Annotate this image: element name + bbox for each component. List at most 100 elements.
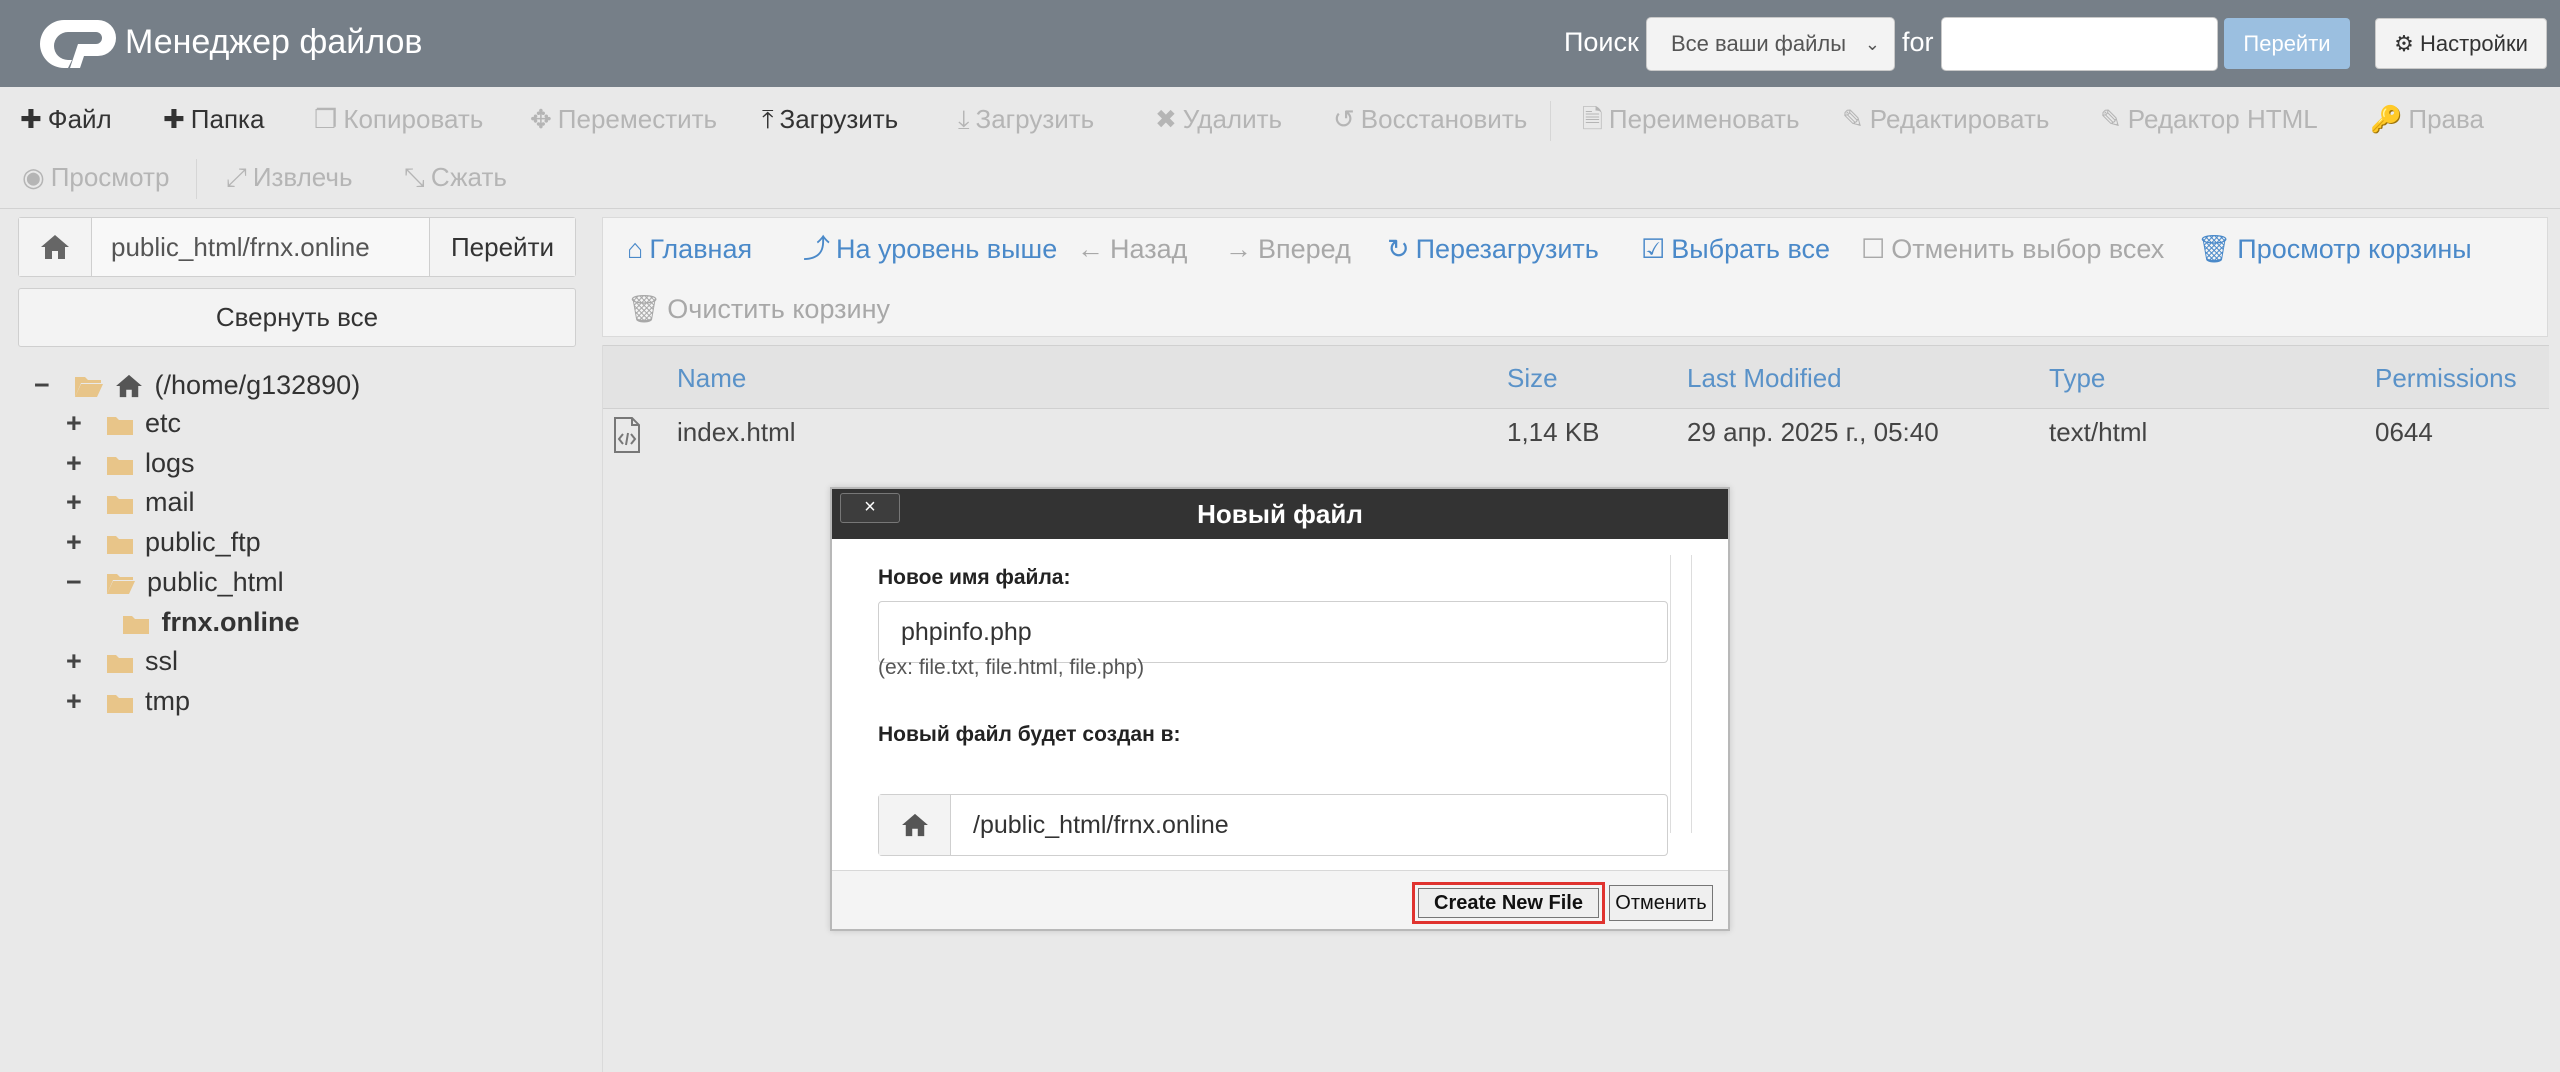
path-home-button[interactable] — [19, 218, 92, 276]
collapse-toggle-icon[interactable]: − — [66, 565, 86, 599]
home-icon — [116, 374, 142, 398]
view-trash-button[interactable]: 🗑 Просмотр корзины — [2197, 232, 2472, 266]
upload-label: Загрузить — [779, 104, 899, 134]
download-button[interactable]: ⤓ Загрузить — [958, 103, 1094, 135]
nav-home-label: Главная — [649, 234, 753, 264]
path-input[interactable]: public_html/frnx.online — [111, 231, 370, 263]
empty-trash-label: Очистить корзину — [667, 294, 891, 324]
empty-trash-button[interactable]: 🗑 Очистить корзину — [627, 292, 890, 326]
tree-item-public-html[interactable]: − public_html — [66, 565, 284, 599]
tree-item-mail[interactable]: + mail — [66, 485, 195, 519]
top-bar: Менеджер файлов Поиск Все ваши файлы ⌄ f… — [0, 0, 2560, 87]
select-all-button[interactable]: ☑ Выбрать все — [1641, 232, 1830, 266]
table-header: Name Size Last Modified Type Permissions — [603, 345, 2549, 409]
nav-reload-button[interactable]: ↻ Перезагрузить — [1387, 232, 1599, 266]
expand-toggle-icon[interactable]: + — [66, 446, 86, 480]
tree-item-label: public_html — [147, 567, 284, 597]
plus-icon: ✚ — [20, 104, 42, 134]
for-label: for — [1902, 27, 1934, 57]
home-icon: ⌂ — [627, 234, 644, 264]
restore-button[interactable]: ↺ Восстановить — [1333, 103, 1527, 135]
new-filename-input[interactable]: phpinfo.php — [878, 601, 1668, 663]
path-go-button[interactable]: Перейти — [429, 218, 575, 276]
settings-label: Настройки — [2419, 31, 2528, 56]
unselect-all-button[interactable]: ☐ Отменить выбор всех — [1861, 232, 2164, 266]
tree-item-public-ftp[interactable]: + public_ftp — [66, 525, 261, 559]
new-folder-label: Папка — [190, 104, 265, 134]
view-button[interactable]: ◉ Просмотр — [22, 161, 169, 193]
rename-label: Переименовать — [1608, 104, 1800, 134]
file-size: 1,14 KB — [1507, 417, 1600, 447]
compress-button[interactable]: ⤡ Сжать — [404, 161, 507, 193]
tree-item-ssl[interactable]: + ssl — [66, 644, 178, 678]
column-type-header[interactable]: Type — [2049, 346, 2105, 410]
tree-item-logs[interactable]: + logs — [66, 446, 195, 480]
level-up-icon: ⤴ — [803, 234, 830, 264]
column-size-header[interactable]: Size — [1507, 346, 1558, 410]
folder-icon — [106, 417, 133, 435]
html-editor-button[interactable]: ✎ Редактор HTML — [2100, 103, 2318, 135]
expand-toggle-icon[interactable]: + — [66, 485, 86, 519]
tree-item-label: public_ftp — [145, 527, 261, 557]
new-folder-button[interactable]: ✚ Папка — [163, 103, 264, 135]
tree-item-etc[interactable]: + etc — [66, 406, 181, 440]
search-scope-select[interactable]: Все ваши файлы ⌄ — [1646, 17, 1895, 71]
location-field[interactable]: /public_html/frnx.online — [878, 794, 1668, 856]
delete-button[interactable]: ✖ Удалить — [1155, 103, 1282, 135]
expand-icon: ⤢ — [226, 162, 247, 192]
extract-button[interactable]: ⤢ Извлечь — [226, 161, 353, 193]
trash-icon: 🗑 — [627, 294, 662, 324]
create-new-file-button[interactable]: Create New File — [1418, 888, 1599, 918]
search-input[interactable] — [1941, 17, 2218, 71]
nav-forward-button[interactable]: → Вперед — [1225, 232, 1351, 266]
collapse-all-button[interactable]: Свернуть все — [18, 288, 576, 347]
unselect-all-label: Отменить выбор всех — [1891, 234, 2165, 264]
toolbar-divider — [196, 159, 197, 199]
html-editor-label: Редактор HTML — [2127, 104, 2318, 134]
dialog-close-button[interactable]: × — [840, 493, 900, 523]
move-icon: ✥ — [530, 104, 552, 134]
copy-button[interactable]: ❐ Копировать — [314, 103, 483, 135]
column-modified-header[interactable]: Last Modified — [1687, 346, 1842, 410]
nav-up-button[interactable]: ⤴ На уровень выше — [803, 232, 1057, 266]
create-button-highlight: Create New File — [1412, 882, 1605, 924]
extract-label: Извлечь — [252, 162, 353, 192]
file-name[interactable]: index.html — [677, 415, 796, 449]
search-go-button[interactable]: Перейти — [2224, 18, 2350, 69]
settings-button[interactable]: ⚙ Настройки — [2375, 18, 2547, 69]
location-home-button[interactable] — [879, 795, 951, 855]
dialog-body: Новое имя файла: phpinfo.php (ex: file.t… — [832, 539, 1728, 857]
compress-icon: ⤡ — [404, 162, 425, 192]
tree-item-tmp[interactable]: + tmp — [66, 684, 190, 718]
column-permissions-header[interactable]: Permissions — [2375, 346, 2517, 410]
filename-hint: (ex: file.txt, file.html, file.php) — [878, 656, 1145, 679]
copy-icon: ❐ — [314, 104, 338, 134]
expand-toggle-icon[interactable]: + — [66, 525, 86, 559]
expand-toggle-icon[interactable]: + — [66, 644, 86, 678]
restore-label: Восстановить — [1360, 104, 1528, 134]
edit-button[interactable]: ✎ Редактировать — [1842, 103, 2049, 135]
folder-icon — [123, 616, 149, 634]
nav-home-button[interactable]: ⌂ Главная — [627, 232, 752, 266]
upload-button[interactable]: ⤒ Загрузить — [762, 103, 898, 135]
column-name-header[interactable]: Name — [677, 346, 746, 410]
rename-button[interactable]: 🗎 Переименовать — [1582, 103, 1800, 135]
arrow-right-icon: → — [1225, 234, 1252, 264]
folder-icon — [106, 496, 133, 514]
view-label: Просмотр — [50, 162, 170, 192]
folder-icon — [106, 536, 133, 554]
tree-root[interactable]: − (/home/g132890) — [34, 368, 360, 402]
collapse-toggle-icon[interactable]: − — [34, 368, 54, 402]
permissions-button[interactable]: 🔑 Права — [2370, 103, 2484, 135]
nav-back-button[interactable]: ← Назад — [1077, 232, 1187, 266]
cancel-button[interactable]: Отменить — [1609, 885, 1713, 921]
pencil-icon: ✎ — [1842, 104, 1864, 134]
move-button[interactable]: ✥ Переместить — [530, 103, 717, 135]
new-file-button[interactable]: ✚ Файл — [20, 103, 112, 135]
tree-item-frnx-online[interactable]: frnx.online — [122, 605, 300, 639]
expand-toggle-icon[interactable]: + — [66, 684, 86, 718]
dialog-scrollbar[interactable] — [1670, 555, 1692, 833]
expand-toggle-icon[interactable]: + — [66, 406, 86, 440]
folder-icon — [106, 457, 133, 475]
new-filename-label: Новое имя файла: — [878, 566, 1071, 589]
